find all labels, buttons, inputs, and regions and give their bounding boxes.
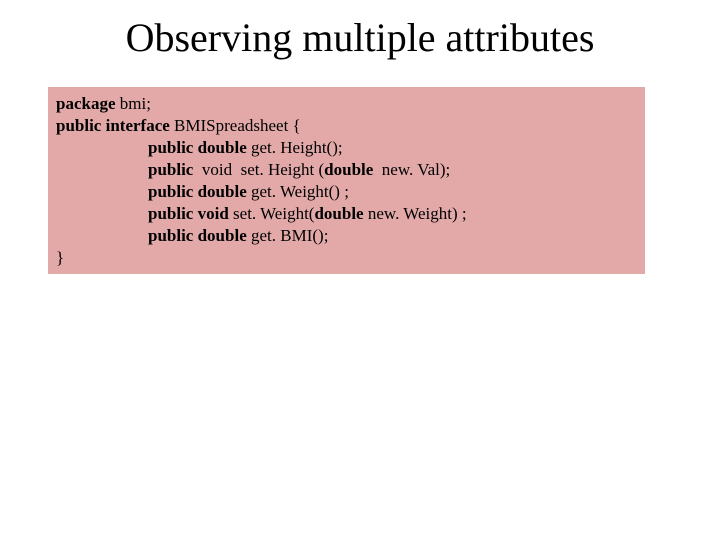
- code-line-2: public interface BMISpreadsheet {: [56, 115, 637, 137]
- kw-public-void: public void: [148, 204, 229, 223]
- code-text: set. Weight(: [229, 204, 315, 223]
- code-line-1: package bmi;: [56, 93, 637, 115]
- code-line-5: public double get. Weight() ;: [56, 181, 637, 203]
- code-box: package bmi; public interface BMISpreads…: [48, 87, 645, 274]
- code-text: new. Val);: [373, 160, 454, 179]
- kw-public-double: public double: [148, 138, 247, 157]
- code-text: get. BMI();: [247, 226, 329, 245]
- code-text: bmi;: [116, 94, 156, 113]
- code-line-8: }: [56, 247, 637, 269]
- code-text: get. Height();: [247, 138, 347, 157]
- code-line-6: public void set. Weight(double new. Weig…: [56, 203, 637, 225]
- code-text: void set. Height (: [193, 160, 324, 179]
- kw-public-interface: public interface: [56, 116, 170, 135]
- code-line-7: public double get. BMI();: [56, 225, 637, 247]
- kw-double: double: [324, 160, 373, 179]
- slide-title: Observing multiple attributes: [0, 14, 720, 61]
- code-line-3: public double get. Height();: [56, 137, 637, 159]
- code-line-4: public void set. Height (double new. Val…: [56, 159, 637, 181]
- code-text: new. Weight) ;: [364, 204, 467, 223]
- kw-public: public: [148, 160, 193, 179]
- kw-double: double: [314, 204, 363, 223]
- slide: Observing multiple attributes package bm…: [0, 0, 720, 540]
- kw-package: package: [56, 94, 116, 113]
- code-text: BMISpreadsheet {: [170, 116, 301, 135]
- kw-public-double: public double: [148, 226, 247, 245]
- code-text: get. Weight() ;: [247, 182, 349, 201]
- kw-public-double: public double: [148, 182, 247, 201]
